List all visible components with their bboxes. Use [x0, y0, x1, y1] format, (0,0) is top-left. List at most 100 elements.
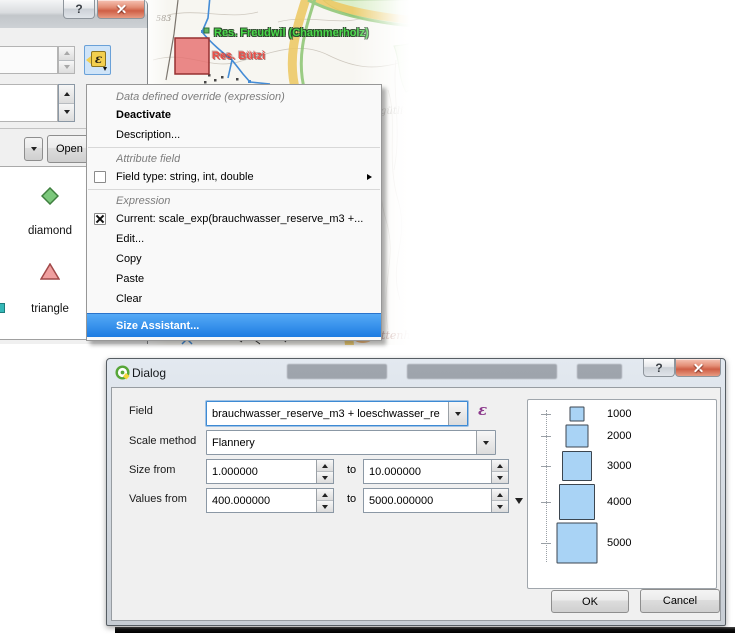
preview-value-label: 2000	[607, 430, 631, 442]
menu-item-paste[interactable]: Paste	[87, 269, 381, 289]
size-from-input[interactable]	[207, 460, 316, 483]
spin-down-icon[interactable]	[59, 61, 74, 74]
field-label: Field	[129, 405, 153, 417]
spin-up-icon[interactable]	[492, 460, 508, 472]
chevron-down-icon	[483, 441, 489, 445]
values-to-spinbox[interactable]	[363, 488, 509, 513]
rotation-value-field[interactable]	[0, 84, 58, 122]
axis-tick	[541, 502, 551, 503]
values-to-input[interactable]	[364, 489, 491, 512]
scale-method-arrow[interactable]	[476, 431, 495, 454]
map-label-guetli: gütli	[380, 106, 403, 117]
menu-item-edit[interactable]: Edit...	[87, 229, 381, 249]
menu-item-label: Edit...	[116, 233, 144, 245]
size-preview-panel: 10002000300040005000	[527, 399, 717, 589]
menu-item-description[interactable]: Description...	[87, 125, 381, 145]
preview-square	[570, 407, 585, 422]
map-label-butzi: Res. Bützi	[212, 50, 265, 62]
preview-row: 3000	[528, 449, 716, 482]
field-combobox[interactable]: brauchwasser_reserve_m3 + loeschwasser_r…	[206, 401, 468, 426]
menu-item-label: Description...	[116, 129, 180, 141]
titlebar-glass-reflection	[287, 364, 387, 379]
spin-up-icon[interactable]	[59, 47, 74, 61]
size-from-label: Size from	[129, 464, 175, 476]
axis-tick	[541, 414, 551, 415]
scale-method-label: Scale method	[129, 435, 196, 447]
map-label-freudwil: Res. Freudwil (Chammerholz)	[214, 27, 369, 39]
spin-down-icon[interactable]	[59, 104, 74, 122]
values-from-input[interactable]	[207, 489, 316, 512]
cancel-button-label: Cancel	[663, 595, 697, 607]
preview-square	[557, 523, 598, 564]
expression-epsilon-icon: ε	[478, 401, 487, 419]
spin-up-icon[interactable]	[59, 85, 74, 104]
preview-row: 1000	[528, 405, 716, 423]
menu-item-deactivate[interactable]: Deactivate	[87, 105, 381, 125]
menu-item-label: Paste	[116, 273, 144, 285]
dialog-close-button[interactable]	[675, 359, 721, 377]
left-dialog-titlebar: ?	[0, 0, 148, 28]
preview-row: 4000	[528, 482, 716, 521]
symbol-label-diamond: diamond	[0, 225, 100, 237]
menu-separator	[88, 147, 380, 148]
menu-item-label: Current: scale_exp(brauchwasser_reserve_…	[116, 213, 363, 225]
titlebar-glass-reflection	[407, 364, 557, 379]
menu-item-field-type[interactable]: Field type: string, int, double	[87, 167, 381, 187]
menu-item-label: Clear	[116, 293, 142, 305]
spin-up-icon[interactable]	[317, 460, 333, 472]
spin-down-icon[interactable]	[492, 472, 508, 483]
scale-method-combobox[interactable]: Flannery	[206, 430, 496, 455]
menu-item-header-data-defined: Data defined override (expression)	[87, 88, 381, 105]
symbol-item-diamond[interactable]	[0, 187, 100, 208]
chevron-down-icon	[31, 147, 37, 151]
close-icon	[694, 364, 703, 372]
partial-symbol-fragment	[0, 303, 5, 313]
reservoir-marker-icon	[204, 28, 209, 33]
dialog-help-button[interactable]: ?	[643, 359, 675, 377]
values-from-spinbox[interactable]	[206, 488, 334, 513]
cancel-button[interactable]: Cancel	[640, 589, 720, 613]
menu-item-label: Expression	[116, 195, 170, 207]
spin-down-icon[interactable]	[317, 472, 333, 483]
map-elevation-583: 583	[156, 14, 171, 23]
spin-down-icon[interactable]	[492, 501, 508, 512]
preview-row: 2000	[528, 423, 716, 449]
titlebar-glass-reflection	[577, 364, 622, 379]
size-assistant-dialog: Dialog ? Field brauchwasser_reserve_m3 +…	[106, 358, 726, 626]
preview-square	[566, 425, 589, 448]
values-dropdown-caret[interactable]	[515, 498, 523, 504]
close-button[interactable]	[97, 0, 145, 19]
size-to-spinbox[interactable]	[363, 459, 509, 484]
size-to-input[interactable]	[364, 460, 491, 483]
help-button[interactable]: ?	[63, 0, 95, 19]
field-combobox-arrow[interactable]	[448, 402, 467, 425]
preview-rows: 10002000300040005000	[528, 405, 716, 565]
spin-down-icon[interactable]	[317, 501, 333, 512]
values-from-label: Values from	[129, 493, 187, 505]
spin-up-icon[interactable]	[492, 489, 508, 501]
scale-method-value: Flannery	[207, 437, 476, 449]
symbol-item-triangle[interactable]	[0, 263, 100, 283]
size-to-label: to	[347, 464, 356, 476]
menu-item-copy[interactable]: Copy	[87, 249, 381, 269]
rotation-spinner[interactable]	[58, 84, 75, 122]
menu-item-label: Data defined override (expression)	[116, 91, 285, 103]
menu-item-current-expression[interactable]: Current: scale_exp(brauchwasser_reserve_…	[87, 209, 381, 229]
size-value-field[interactable]	[0, 46, 58, 74]
menu-item-clear[interactable]: Clear	[87, 289, 381, 309]
data-defined-override-button[interactable]: ε	[84, 45, 111, 75]
spin-up-icon[interactable]	[317, 489, 333, 501]
menu-item-header-expression: Expression	[87, 192, 381, 209]
style-combobox-arrow[interactable]	[24, 137, 43, 161]
size-from-spinbox[interactable]	[206, 459, 334, 484]
size-spinner[interactable]	[58, 46, 75, 74]
close-icon	[117, 5, 126, 13]
override-menu: Data defined override (expression) Deacti…	[86, 84, 382, 341]
menu-item-size-assistant[interactable]: Size Assistant...	[87, 313, 381, 337]
unchecked-checkbox-icon	[94, 171, 106, 183]
axis-tick	[541, 543, 551, 544]
axis-tick	[541, 436, 551, 437]
ok-button[interactable]: OK	[551, 590, 629, 613]
preview-square	[559, 484, 595, 520]
field-combobox-value: brauchwasser_reserve_m3 + loeschwasser_r…	[207, 408, 448, 420]
